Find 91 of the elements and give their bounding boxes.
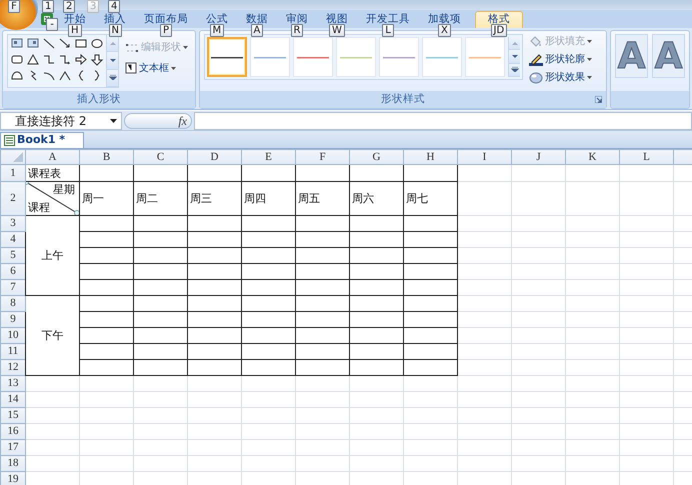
table-cell: 周六	[350, 182, 404, 216]
key-tip: -	[46, 18, 58, 31]
sphere-icon	[529, 71, 543, 84]
row-header[interactable]: 12	[0, 360, 26, 376]
column-header[interactable]: B	[80, 150, 134, 164]
group-label: 插入形状	[3, 91, 195, 108]
row-header[interactable]: 19	[0, 472, 26, 485]
key-tip: M	[210, 24, 224, 37]
key-tip: JD	[490, 24, 508, 37]
dropdown-icon[interactable]	[110, 118, 117, 122]
row-header[interactable]: 16	[0, 424, 26, 440]
table-cell: 周一	[80, 182, 134, 216]
connector-line[interactable]	[26, 182, 78, 214]
dialog-launcher-icon[interactable]	[595, 96, 602, 103]
shape-outline-button[interactable]: 形状轮廓	[527, 52, 594, 67]
row-header[interactable]: 5	[0, 248, 26, 264]
name-box[interactable]: 直接连接符 2	[0, 112, 122, 130]
row-header[interactable]: 10	[0, 328, 26, 344]
key-tip: L	[382, 24, 394, 37]
key-tip: A	[250, 24, 264, 37]
shapes-gallery[interactable]	[7, 34, 119, 88]
column-header[interactable]: A	[26, 150, 80, 164]
row-header[interactable]: 3	[0, 216, 26, 232]
key-tip: P	[160, 24, 172, 37]
key-tip: F	[8, 0, 20, 13]
row-header[interactable]: 8	[0, 296, 26, 312]
row-header[interactable]: 18	[0, 456, 26, 472]
column-header[interactable]: H	[404, 150, 458, 164]
column-header[interactable]: G	[350, 150, 404, 164]
column-header[interactable]: F	[296, 150, 350, 164]
row-header[interactable]: 1	[0, 164, 26, 182]
row-header[interactable]: 9	[0, 312, 26, 328]
row-header[interactable]: 13	[0, 376, 26, 392]
caret-icon	[108, 58, 116, 63]
gallery-more-button[interactable]	[509, 64, 520, 77]
key-tip: 4	[108, 0, 120, 13]
insert-function-button[interactable]: fx	[178, 112, 187, 130]
caret-icon	[108, 75, 116, 80]
row-header[interactable]: 11	[0, 344, 26, 360]
row-header[interactable]: 7	[0, 280, 26, 296]
column-header[interactable]: J	[512, 150, 566, 164]
caret-icon	[587, 76, 592, 79]
formula-input[interactable]	[194, 112, 692, 130]
gallery-more-button[interactable]	[107, 70, 118, 87]
table-cell: 周七	[404, 182, 458, 216]
key-tip: 3	[87, 0, 100, 13]
gallery-up-button[interactable]	[107, 35, 118, 52]
table-cell: 周五	[296, 182, 350, 216]
gallery-down-button[interactable]	[509, 50, 520, 64]
row-header[interactable]: 4	[0, 232, 26, 248]
column-header[interactable]: L	[620, 150, 674, 164]
column-header[interactable]: D	[188, 150, 242, 164]
key-tip: W	[329, 24, 345, 37]
key-tip: X	[438, 24, 451, 37]
key-tip: R	[290, 24, 304, 37]
row-header[interactable]: 14	[0, 392, 26, 408]
key-tip: N	[108, 24, 122, 37]
row-header[interactable]: 17	[0, 440, 26, 456]
table-cell: 周四	[242, 182, 296, 216]
row-header[interactable]: 2	[0, 182, 26, 216]
shape-style-swatch[interactable]	[207, 37, 247, 77]
caret-icon	[183, 46, 188, 49]
table-cell: 周二	[134, 182, 188, 216]
key-tip: H	[68, 24, 82, 37]
workbook-tab[interactable]: Book1 *	[0, 132, 84, 148]
paint-bucket-icon	[529, 35, 543, 48]
column-header[interactable]: I	[458, 150, 512, 164]
table-cell: 星期	[53, 183, 75, 196]
caret-icon	[171, 66, 176, 70]
caret-icon	[587, 40, 592, 43]
key-tip: 1	[42, 0, 54, 13]
column-header[interactable]: E	[242, 150, 296, 164]
caret-icon	[108, 40, 116, 46]
column-header[interactable]: K	[566, 150, 620, 164]
row-header[interactable]: 6	[0, 264, 26, 280]
shape-effect-button[interactable]: 形状效果	[527, 70, 594, 85]
gallery-down-button[interactable]	[107, 52, 118, 70]
row-header[interactable]: 15	[0, 408, 26, 424]
text-box-button[interactable]: 文本框	[123, 60, 190, 76]
caret-icon	[510, 67, 518, 72]
edit-points-icon	[125, 42, 139, 54]
caret-icon	[587, 58, 592, 61]
workbook-icon	[4, 135, 15, 146]
table-cell: 课程	[28, 201, 50, 214]
table-cell: 课程表	[26, 164, 80, 182]
column-header[interactable]: C	[134, 150, 188, 164]
table-cell: 周三	[188, 182, 242, 216]
text-box-icon	[125, 62, 137, 74]
key-tip: 2	[63, 0, 76, 13]
pencil-icon	[529, 53, 543, 66]
group-label: 形状样式	[200, 91, 606, 108]
